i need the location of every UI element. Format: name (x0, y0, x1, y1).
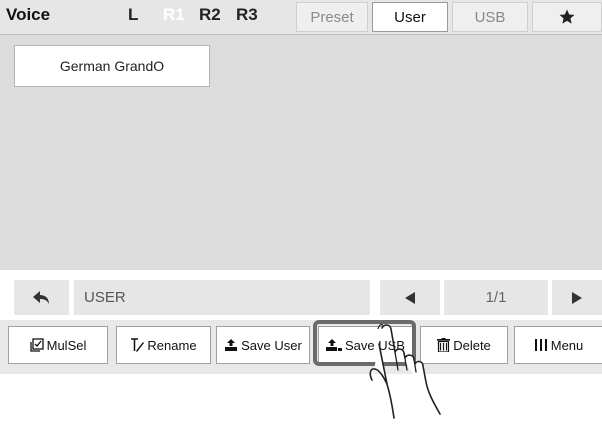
save-user-icon (225, 339, 238, 351)
folder-path-label: USER (84, 289, 126, 306)
part-l[interactable]: L (128, 5, 138, 25)
voice-list: German GrandO (0, 35, 602, 270)
page-next-button[interactable] (552, 280, 602, 315)
rename-label: Rename (147, 337, 197, 353)
part-r3[interactable]: R3 (236, 5, 258, 25)
mulsel-label: MulSel (46, 337, 87, 353)
mulsel-button[interactable]: MulSel (8, 326, 108, 364)
part-r2[interactable]: R2 (199, 5, 221, 25)
menu-label: Menu (550, 337, 584, 353)
folder-path: USER (74, 280, 370, 315)
navigation-row: USER 1/1 (0, 270, 602, 320)
save-user-label: Save User (241, 337, 302, 353)
star-icon (559, 9, 575, 24)
back-arrow-icon (32, 290, 49, 304)
multi-select-icon (29, 338, 44, 352)
voice-screen: Voice L R1 R2 R3 Preset User USB German … (0, 0, 602, 380)
rename-icon (131, 338, 145, 352)
part-r1[interactable]: R1 (163, 5, 185, 25)
delete-label: Delete (453, 337, 491, 353)
tab-usb[interactable]: USB (452, 2, 528, 32)
list-item[interactable]: German GrandO (14, 45, 210, 87)
page-prev-button[interactable] (380, 280, 440, 315)
save-user-button[interactable]: Save User (216, 326, 310, 364)
page-indicator: 1/1 (444, 280, 548, 315)
tab-preset[interactable]: Preset (296, 2, 368, 32)
triangle-left-icon (405, 291, 415, 304)
tab-favorite[interactable] (532, 2, 602, 32)
page-title: Voice (6, 5, 51, 24)
menu-button[interactable]: Menu (514, 326, 602, 364)
back-button[interactable] (14, 280, 69, 315)
rename-button[interactable]: Rename (116, 326, 211, 364)
triangle-right-icon (572, 291, 582, 304)
tab-user[interactable]: User (372, 2, 448, 32)
function-bar: MulSel Rename Save User Save USB Delete … (0, 320, 602, 374)
pointing-hand-icon (369, 324, 441, 419)
menu-icon (534, 339, 547, 351)
top-bar: Voice L R1 R2 R3 Preset User USB (0, 0, 602, 35)
